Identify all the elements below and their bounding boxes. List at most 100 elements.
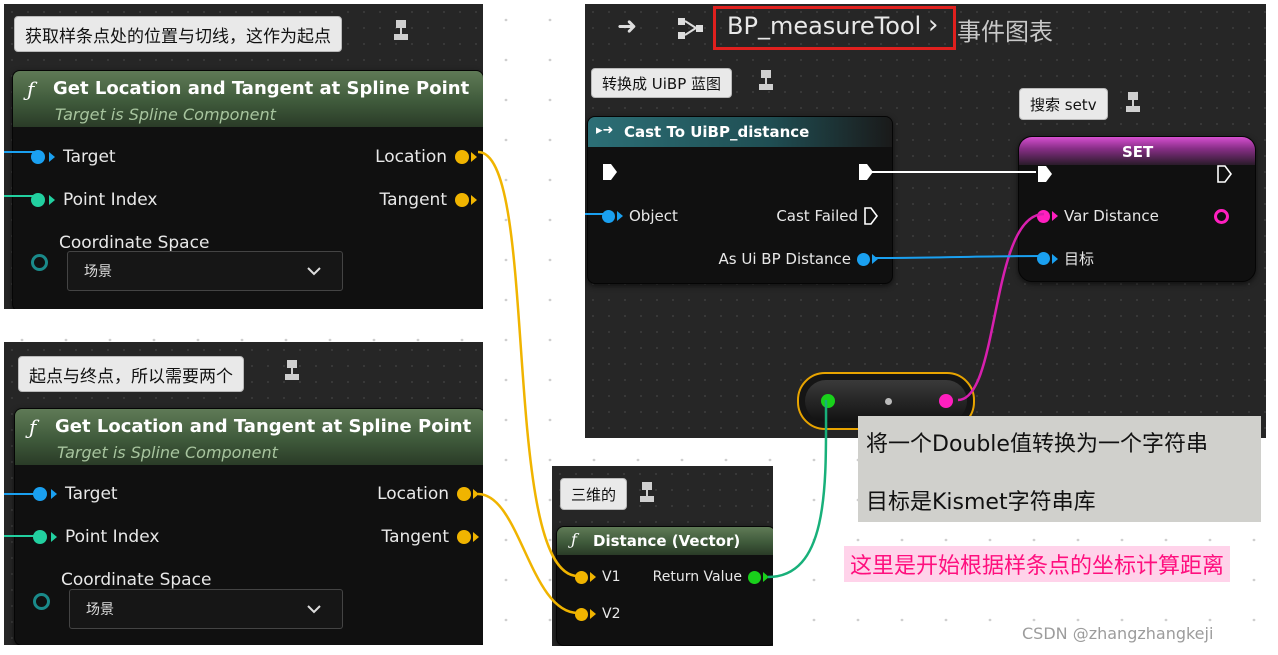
- pin-location[interactable]: Location: [377, 484, 479, 504]
- chevron-down-icon: [307, 605, 321, 614]
- graph-panel-top-left[interactable]: 获取样条点处的位置与切线，这作为起点 ƒ Get Location and Ta…: [4, 4, 483, 309]
- comment-bubble[interactable]: 起点与终点，所以需要两个: [18, 356, 244, 392]
- comment-text: 三维的: [571, 485, 617, 504]
- pin-object[interactable]: Object: [602, 207, 678, 225]
- pin-comment-icon[interactable]: [285, 358, 299, 380]
- pin-label: Location: [377, 484, 449, 504]
- exec-in-icon[interactable]: [602, 163, 618, 181]
- get-location-tangent-node[interactable]: ƒ Get Location and Tangent at Spline Poi…: [12, 70, 483, 309]
- pin-cast-failed[interactable]: Cast Failed: [776, 207, 878, 225]
- pin-tangent[interactable]: Tangent: [380, 190, 477, 210]
- conversion-dot-icon: [885, 398, 892, 405]
- string-out-pin-icon[interactable]: [1214, 209, 1229, 224]
- exec-out-icon[interactable]: [864, 207, 878, 225]
- pin-comment-icon[interactable]: [759, 68, 773, 90]
- tooltip-line-2: 目标是Kismet字符串库: [866, 490, 1096, 515]
- cast-icon: ▸➜: [596, 123, 614, 138]
- float-in-pin-icon[interactable]: [821, 394, 835, 408]
- int-pin-icon[interactable]: [33, 530, 47, 544]
- pin-target[interactable]: Target: [31, 147, 116, 167]
- pin-coordinate-space-label: Coordinate Space: [59, 233, 209, 253]
- pin-label: Tangent: [381, 527, 449, 547]
- node-subtitle: Target is Spline Component: [57, 443, 278, 462]
- int-pin-icon[interactable]: [31, 193, 45, 207]
- pin-label: Cast Failed: [776, 207, 858, 225]
- vector-pin-icon[interactable]: [455, 150, 469, 164]
- node-header: ƒ Get Location and Tangent at Spline Poi…: [13, 71, 483, 127]
- pin-label: Target: [65, 484, 118, 504]
- cast-to-node[interactable]: ▸➜ Cast To UiBP_distance Object Cast Fai…: [587, 116, 893, 284]
- enum-pin-icon[interactable]: [31, 254, 48, 271]
- node-title: Get Location and Tangent at Spline Point: [53, 78, 470, 99]
- node-title: Get Location and Tangent at Spline Point: [55, 416, 472, 437]
- pin-comment-icon[interactable]: [1126, 90, 1140, 112]
- node-header: SET: [1019, 137, 1255, 165]
- pin-arrow-icon: [763, 572, 769, 582]
- comment-bubble[interactable]: 转换成 UiBP 蓝图: [591, 68, 733, 98]
- breadcrumb-highlight: [713, 6, 956, 50]
- graph-icon: [678, 18, 703, 39]
- pin-label: V2: [602, 606, 621, 622]
- pin-arrow-icon: [51, 489, 57, 499]
- pin-arrow-icon: [617, 211, 623, 221]
- set-variable-node[interactable]: SET Var Distance 目标: [1018, 136, 1256, 282]
- comment-bubble[interactable]: 获取样条点处的位置与切线，这作为起点: [14, 16, 342, 52]
- vector-pin-icon[interactable]: [457, 487, 471, 501]
- object-pin-icon[interactable]: [1037, 252, 1050, 265]
- enum-pin-icon[interactable]: [33, 593, 50, 610]
- string-pin-icon[interactable]: [1037, 209, 1050, 223]
- pin-label: Point Index: [63, 190, 158, 210]
- pin-arrow-icon: [51, 532, 57, 542]
- node-header: ▸➜ Cast To UiBP_distance: [588, 117, 892, 147]
- exec-in-icon[interactable]: [1037, 165, 1053, 183]
- vector-pin-icon[interactable]: [457, 530, 471, 544]
- coordinate-space-dropdown[interactable]: 场景: [69, 589, 343, 629]
- exec-out-icon[interactable]: [1217, 165, 1233, 183]
- node-header: ƒ Distance (Vector): [557, 527, 773, 555]
- object-pin-icon[interactable]: [31, 150, 45, 164]
- graph-panel-bottom-left[interactable]: 起点与终点，所以需要两个 ƒ Get Location and Tangent …: [4, 342, 483, 645]
- pin-v2[interactable]: V2: [575, 606, 620, 622]
- pin-point-index[interactable]: Point Index: [33, 527, 159, 547]
- pin-target[interactable]: Target: [33, 484, 118, 504]
- vector-pin-icon[interactable]: [455, 193, 469, 207]
- pin-comment-icon[interactable]: [394, 18, 408, 40]
- vector-pin-icon[interactable]: [575, 607, 588, 621]
- comment-bubble[interactable]: 三维的: [560, 478, 628, 510]
- node-title: Cast To UiBP_distance: [624, 123, 810, 141]
- object-pin-icon[interactable]: [857, 252, 870, 266]
- pin-tangent[interactable]: Tangent: [382, 527, 479, 547]
- pin-coordinate-space-label: Coordinate Space: [61, 570, 211, 590]
- pin-target[interactable]: 目标: [1037, 248, 1094, 269]
- coordinate-space-dropdown[interactable]: 场景: [67, 251, 343, 291]
- vector-pin-icon[interactable]: [575, 570, 588, 584]
- pin-v1[interactable]: V1: [575, 569, 620, 585]
- pin-arrow-icon: [590, 609, 596, 619]
- get-location-tangent-node[interactable]: ƒ Get Location and Tangent at Spline Poi…: [14, 408, 483, 645]
- forward-arrow-icon[interactable]: ➜: [617, 12, 637, 40]
- pin-point-index[interactable]: Point Index: [31, 190, 157, 210]
- pin-comment-icon[interactable]: [640, 480, 654, 502]
- comment-text: 起点与终点，所以需要两个: [29, 366, 233, 387]
- pin-return-value[interactable]: Return Value: [653, 569, 769, 585]
- pin-label: Tangent: [379, 190, 447, 210]
- pin-as-ui-bp-distance[interactable]: As Ui BP Distance: [719, 250, 878, 268]
- node-title: SET: [1122, 143, 1154, 161]
- object-pin-icon[interactable]: [602, 209, 615, 223]
- object-pin-icon[interactable]: [33, 487, 47, 501]
- graph-panel-distance[interactable]: 三维的 ƒ Distance (Vector) V1 V2 Return Val…: [552, 466, 773, 646]
- string-out-pin-icon[interactable]: [939, 394, 953, 408]
- distance-vector-node[interactable]: ƒ Distance (Vector) V1 V2 Return Value: [556, 526, 773, 646]
- pin-location[interactable]: Location: [375, 147, 477, 167]
- pin-var-distance[interactable]: Var Distance: [1037, 207, 1159, 225]
- pin-arrow-icon: [1052, 253, 1058, 264]
- function-icon: ƒ: [571, 530, 577, 549]
- graph-panel-blueprint[interactable]: ➜ BP_measureTool › 事件图表 转换成 UiBP 蓝图 ▸➜ C…: [585, 4, 1266, 438]
- pin-label: Var Distance: [1064, 207, 1159, 225]
- tooltip-line-1: 将一个Double值转换为一个字符串: [866, 432, 1208, 457]
- comment-text: 搜索 setv: [1030, 95, 1097, 114]
- float-pin-icon[interactable]: [748, 570, 761, 584]
- comment-bubble[interactable]: 搜索 setv: [1019, 88, 1108, 120]
- exec-out-icon[interactable]: [858, 163, 874, 181]
- breadcrumb-graph[interactable]: 事件图表: [957, 12, 1053, 47]
